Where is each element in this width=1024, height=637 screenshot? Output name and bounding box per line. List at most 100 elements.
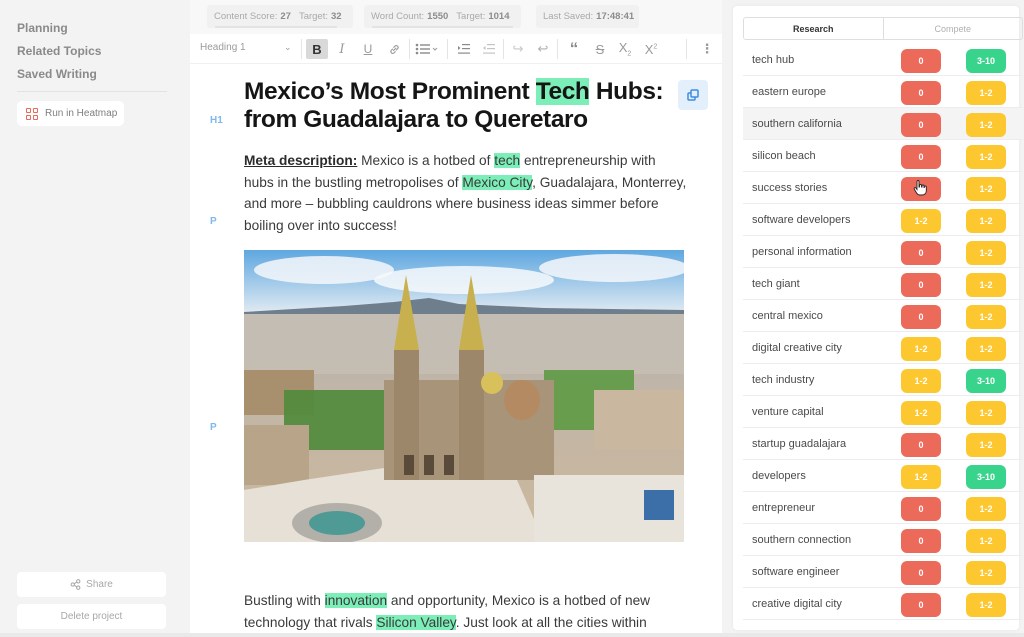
- keyword-row[interactable]: developers 1-2 3-10: [743, 460, 1023, 492]
- gutter-label-p: P: [210, 422, 217, 433]
- toolbar-divider: [557, 39, 558, 59]
- keyword-target-range-badge[interactable]: 1-2: [966, 305, 1006, 329]
- keyword-current-count-badge[interactable]: 0: [901, 529, 941, 553]
- delete-project-button[interactable]: Delete project: [17, 604, 166, 629]
- italic-button[interactable]: I: [331, 39, 353, 59]
- keyword-target-range-badge[interactable]: 1-2: [966, 593, 1006, 617]
- meta-description-paragraph[interactable]: Meta description: Mexico is a hotbed of …: [244, 150, 689, 236]
- keyword-term: tech industry: [752, 373, 815, 386]
- keyword-target-range-badge[interactable]: 1-2: [966, 497, 1006, 521]
- keyword-current-count-badge[interactable]: 0: [901, 273, 941, 297]
- keyword-current-count-badge[interactable]: 0: [901, 113, 941, 137]
- delete-project-label: Delete project: [60, 611, 123, 622]
- keyword-row[interactable]: tech giant 0 1-2: [743, 268, 1023, 300]
- keyword-target-range-badge[interactable]: 1-2: [966, 81, 1006, 105]
- tab-research[interactable]: Research: [744, 18, 884, 39]
- bullet-list-button[interactable]: [413, 39, 443, 59]
- blockquote-button[interactable]: “: [563, 39, 585, 59]
- share-button[interactable]: Share: [17, 572, 166, 597]
- keyword-target-range-badge[interactable]: 1-2: [966, 401, 1006, 425]
- keyword-row[interactable]: software engineer 0 1-2: [743, 556, 1023, 588]
- keyword-target-range-badge[interactable]: 1-2: [966, 241, 1006, 265]
- strikethrough-button[interactable]: S: [589, 39, 611, 59]
- keyword-target-range-badge[interactable]: 1-2: [966, 433, 1006, 457]
- keyword-target-range-badge[interactable]: 1-2: [966, 337, 1006, 361]
- keyword-current-count-badge[interactable]: 0: [901, 433, 941, 457]
- indent-button[interactable]: [452, 39, 474, 59]
- keyword-current-count-badge[interactable]: 1-2: [901, 369, 941, 393]
- keyword-term: southern connection: [752, 533, 852, 546]
- keyword-row[interactable]: entrepreneur 0 1-2: [743, 492, 1023, 524]
- keyword-row[interactable]: southern connection 0 1-2: [743, 524, 1023, 556]
- keyword-row[interactable]: eastern europe 0 1-2: [743, 76, 1023, 108]
- keyword-current-count-badge[interactable]: 0: [901, 561, 941, 585]
- sidebar-item-planning[interactable]: Planning: [17, 21, 68, 35]
- keyword-row[interactable]: digital creative city 1-2 1-2: [743, 332, 1023, 364]
- run-heatmap-button[interactable]: Run in Heatmap: [17, 101, 124, 126]
- keyword-row[interactable]: silicon beach 0 1-2: [743, 140, 1023, 172]
- block-type-value: Heading 1: [200, 42, 246, 53]
- keyword-current-count-badge[interactable]: 0: [901, 49, 941, 73]
- keyword-target-range-badge[interactable]: 1-2: [966, 113, 1006, 137]
- keyword-row[interactable]: central mexico 0 1-2: [743, 300, 1023, 332]
- hand-pointer-cursor: [913, 180, 927, 196]
- keyword-target-range-badge[interactable]: 1-2: [966, 209, 1006, 233]
- keyword-row[interactable]: creative digital city 0 1-2: [743, 588, 1023, 620]
- word-count-stat: Word Count: 1550 Target: 1014: [364, 5, 521, 28]
- outdent-button[interactable]: [477, 39, 499, 59]
- keyword-target-range-badge[interactable]: 3-10: [966, 369, 1006, 393]
- toolbar-divider: [301, 39, 302, 59]
- keyword-row[interactable]: personal information 0 1-2: [743, 236, 1023, 268]
- keyword-current-count-badge[interactable]: 1-2: [901, 401, 941, 425]
- keyword-target-range-badge[interactable]: 1-2: [966, 529, 1006, 553]
- keyword-current-count-badge[interactable]: 0: [901, 241, 941, 265]
- block-type-select[interactable]: Heading 1 ⌄: [200, 42, 295, 53]
- bold-button[interactable]: B: [306, 39, 328, 59]
- redo-button[interactable]: ↪: [507, 39, 529, 59]
- body-paragraph[interactable]: Bustling with innovation and opportunity…: [244, 590, 689, 633]
- keyword-target-range-badge[interactable]: 3-10: [966, 49, 1006, 73]
- content-score-stat: Content Score: 27 Target: 32: [207, 5, 353, 28]
- title-text: Mexico’s Most Prominent: [244, 78, 536, 105]
- keyword-highlight: Tech: [535, 78, 590, 105]
- subscript-button[interactable]: X2: [614, 39, 636, 59]
- keyword-row[interactable]: tech hub 0 3-10: [743, 44, 1023, 76]
- tab-compete[interactable]: Compete: [884, 18, 1023, 39]
- sidebar-item-saved-writing[interactable]: Saved Writing: [17, 67, 97, 81]
- keyword-target-range-badge[interactable]: 1-2: [966, 561, 1006, 585]
- keyword-current-count-badge[interactable]: 1-2: [901, 209, 941, 233]
- keyword-current-count-badge[interactable]: 0: [901, 497, 941, 521]
- keyword-row[interactable]: startup guadalajara 0 1-2: [743, 428, 1023, 460]
- link-button[interactable]: [383, 39, 405, 59]
- article-image[interactable]: [244, 250, 684, 542]
- more-options-button[interactable]: ⋮: [696, 39, 718, 59]
- paragraph-text: Mexico is a hotbed of: [357, 153, 495, 168]
- keyword-target-range-badge[interactable]: 1-2: [966, 145, 1006, 169]
- undo-button[interactable]: ↩: [532, 39, 554, 59]
- keyword-current-count-badge[interactable]: 0: [901, 81, 941, 105]
- keyword-target-range-badge[interactable]: 1-2: [966, 273, 1006, 297]
- keyword-row[interactable]: venture capital 1-2 1-2: [743, 396, 1023, 428]
- underline-button[interactable]: U: [357, 39, 379, 59]
- document-body[interactable]: Mexico’s Most Prominent Tech Hubs: from …: [244, 78, 689, 542]
- keyword-term: startup guadalajara: [752, 437, 847, 450]
- underline-icon: U: [363, 42, 373, 56]
- sidebar-item-related-topics[interactable]: Related Topics: [17, 44, 101, 58]
- keyword-target-range-badge[interactable]: 1-2: [966, 177, 1006, 201]
- keyword-row[interactable]: tech industry 1-2 3-10: [743, 364, 1023, 396]
- superscript-button[interactable]: X2: [640, 39, 662, 59]
- document-title[interactable]: Mexico’s Most Prominent Tech Hubs: from …: [244, 78, 689, 134]
- keyword-current-count-badge[interactable]: 0: [901, 305, 941, 329]
- superscript-icon: X2: [644, 41, 658, 57]
- keyword-current-count-badge[interactable]: 0: [901, 145, 941, 169]
- keyword-current-count-badge[interactable]: 1-2: [901, 465, 941, 489]
- word-target-value: 1014: [488, 11, 510, 22]
- keyword-highlight: Mexico City: [462, 174, 533, 190]
- keyword-row[interactable]: software developers 1-2 1-2: [743, 204, 1023, 236]
- italic-icon: I: [339, 41, 345, 57]
- keyword-current-count-badge[interactable]: 0: [901, 593, 941, 617]
- keyword-row[interactable]: southern california 0 1-2: [743, 108, 1023, 140]
- keyword-row[interactable]: success stories01-2: [743, 172, 1023, 204]
- keyword-target-range-badge[interactable]: 3-10: [966, 465, 1006, 489]
- keyword-current-count-badge[interactable]: 1-2: [901, 337, 941, 361]
